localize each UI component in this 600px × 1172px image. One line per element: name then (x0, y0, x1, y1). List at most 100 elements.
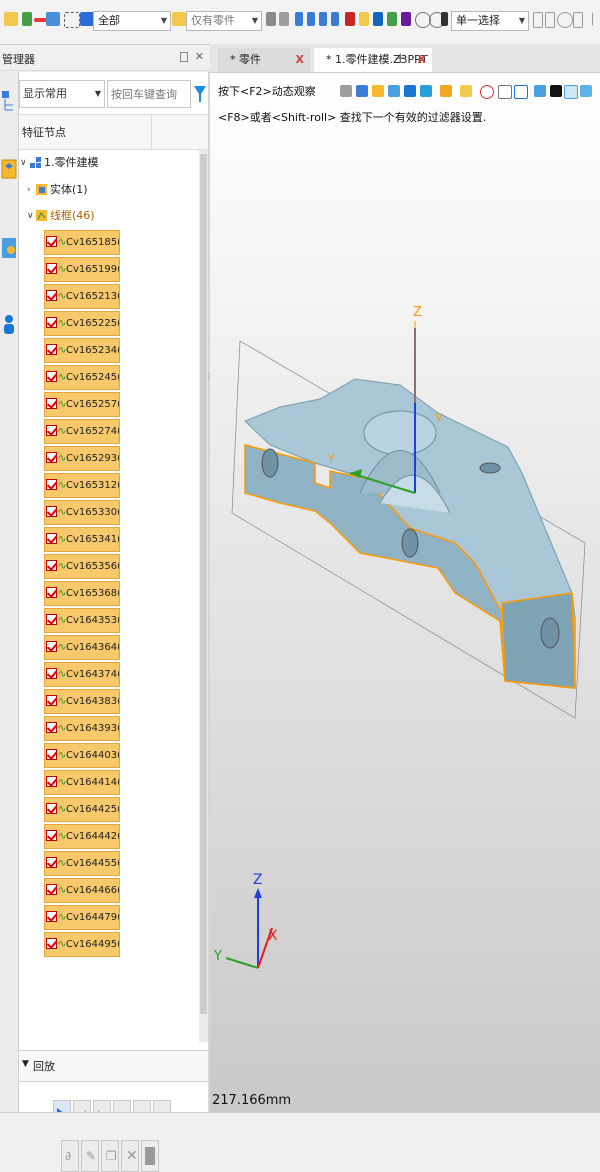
align-right-icon[interactable] (319, 12, 327, 26)
curve-item[interactable]: ∿Cv165356(线1) (44, 554, 120, 579)
display-filter-select[interactable]: 显示常用 ▼ (19, 80, 105, 108)
visibility-checkbox[interactable] (46, 290, 57, 301)
lasso-icon[interactable] (64, 12, 80, 28)
curve-item[interactable]: ∿Cv164383(线1) (44, 689, 120, 714)
collapse-arrow-icon[interactable]: ∨ (20, 150, 27, 176)
selection-mode-select[interactable]: 单一选择 ▼ (451, 11, 529, 31)
image-icon[interactable] (387, 12, 397, 26)
curve-item[interactable]: ∿Cv164374(线1) (44, 662, 120, 687)
curve-item[interactable]: ∿Cv165213(线1) (44, 284, 120, 309)
add-icon[interactable] (22, 12, 32, 26)
copy-button[interactable]: ❐ (101, 1140, 119, 1172)
curve-item[interactable]: ∿Cv165245(线1) (44, 365, 120, 390)
pick-icon[interactable] (545, 12, 555, 28)
curve-item[interactable]: ∿Cv164403(线1) (44, 743, 120, 768)
playback-header[interactable]: ▼ 回放 (19, 1050, 208, 1082)
tree-root[interactable]: ∨ 1.零件建模 (19, 150, 199, 176)
visibility-checkbox[interactable] (46, 344, 57, 355)
tree-scrollbar[interactable] (199, 150, 208, 1042)
sheet-icon[interactable] (359, 12, 369, 26)
visibility-checkbox[interactable] (46, 803, 57, 814)
tab-part-modeling[interactable]: * 1.零件建模.Z3PRT X (314, 48, 432, 72)
visibility-checkbox[interactable] (46, 263, 57, 274)
close-tab-icon[interactable]: X (296, 48, 304, 72)
visibility-checkbox[interactable] (46, 776, 57, 787)
viewport-3d[interactable]: 按下<F2>动态观察 <F8>或者<Shift-roll> 查找下一个有效的过滤… (210, 73, 600, 1112)
color-icon[interactable] (401, 12, 411, 26)
curve-item[interactable]: ∿Cv165330(线1) (44, 500, 120, 525)
visibility-checkbox[interactable] (46, 884, 57, 895)
visibility-checkbox[interactable] (46, 695, 57, 706)
edit-button[interactable]: ✎ (81, 1140, 99, 1172)
part-filter-icon[interactable] (172, 12, 186, 26)
visibility-checkbox[interactable] (46, 425, 57, 436)
cursor-icon[interactable] (533, 12, 543, 28)
visibility-checkbox[interactable] (46, 560, 57, 571)
collapse-arrow-icon[interactable]: ∨ (27, 203, 34, 229)
funnel-filter-icon[interactable] (193, 84, 207, 104)
filter-scope-select[interactable]: 全部 ▼ (93, 11, 171, 31)
filter-icon[interactable] (80, 12, 94, 26)
delete-button[interactable]: ✕ (121, 1140, 139, 1172)
visibility-checkbox[interactable] (46, 722, 57, 733)
visibility-checkbox[interactable] (46, 533, 57, 544)
history-tree-icon[interactable] (1, 90, 17, 114)
align-left-icon[interactable] (295, 12, 303, 26)
visibility-checkbox[interactable] (46, 857, 57, 868)
distribute-icon[interactable] (331, 12, 339, 26)
curve-item[interactable]: ∿Cv165368(线1) (44, 581, 120, 606)
table-icon[interactable] (373, 12, 383, 26)
curve-item[interactable]: ∿Cv164479(线1) (44, 905, 120, 930)
visibility-checkbox[interactable] (46, 317, 57, 328)
visibility-checkbox[interactable] (46, 479, 57, 490)
visibility-checkbox[interactable] (46, 452, 57, 463)
line-tool-icon[interactable] (586, 12, 593, 26)
curve-item[interactable]: ∿Cv164466(线1) (44, 878, 120, 903)
curve-item[interactable]: ∿Cv164442(线1) (44, 824, 120, 849)
curve-item[interactable]: ∿Cv165234(线1) (44, 338, 120, 363)
play-circle-icon[interactable] (557, 12, 573, 28)
visibility-checkbox[interactable] (46, 830, 57, 841)
visibility-checkbox[interactable] (46, 938, 57, 949)
snap-icon[interactable] (266, 12, 276, 26)
expand-arrow-icon[interactable]: › (27, 177, 31, 203)
curve-item[interactable]: ∿Cv165225(线1) (44, 311, 120, 336)
tab-part001[interactable]: * 零件001.Z3PRT X (218, 48, 310, 90)
new-tab-button[interactable]: + (394, 49, 407, 67)
visibility-checkbox[interactable] (46, 911, 57, 922)
curve-item[interactable]: ∿Cv165293(线1) (44, 446, 120, 471)
curve-item[interactable]: ∿Cv164393(线1) (44, 716, 120, 741)
tree-node-solid[interactable]: › 实体(1) (19, 177, 199, 203)
curve-item[interactable]: ∿Cv164414(线1) (44, 770, 120, 795)
visibility-checkbox[interactable] (46, 749, 57, 760)
pin-icon[interactable] (180, 52, 188, 62)
close-panel-icon[interactable]: ✕ (195, 50, 204, 63)
curve-item[interactable]: ∿Cv165257(线1) (44, 392, 120, 417)
lock-icon[interactable] (279, 12, 289, 26)
search-input[interactable] (107, 80, 191, 108)
visibility-checkbox[interactable] (46, 371, 57, 382)
close-tab-icon[interactable]: X (418, 48, 426, 72)
visibility-checkbox[interactable] (46, 614, 57, 625)
curve-item[interactable]: ∿Cv164364(线1) (44, 635, 120, 660)
curve-item[interactable]: ∿Cv164455(线1) (44, 851, 120, 876)
layer-icon[interactable] (345, 12, 355, 26)
curve-item[interactable]: ∿Cv165274(线1) (44, 419, 120, 444)
stop-button[interactable] (141, 1140, 159, 1172)
tree-node-lines[interactable]: ∨ 线框(46) (19, 203, 199, 229)
dark-box-icon[interactable] (441, 12, 448, 26)
snap-point-icon[interactable] (573, 12, 583, 28)
link-button[interactable]: ∂ (61, 1140, 79, 1172)
solid-view-icon[interactable] (1, 158, 17, 180)
align-center-icon[interactable] (307, 12, 315, 26)
part-boss-top[interactable] (363, 410, 437, 456)
visibility-checkbox[interactable] (46, 587, 57, 598)
visibility-checkbox[interactable] (46, 641, 57, 652)
part-filter-select[interactable]: 仅有零件 ▼ (186, 11, 262, 31)
curve-item[interactable]: ∿Cv165185(线1) (44, 230, 120, 255)
visibility-checkbox[interactable] (46, 236, 57, 247)
curve-item[interactable]: ∿Cv164495(线1) (44, 932, 120, 957)
curve-item[interactable]: ∿Cv165312(线1) (44, 473, 120, 498)
visibility-checkbox[interactable] (46, 668, 57, 679)
user-view-icon[interactable] (1, 312, 17, 336)
